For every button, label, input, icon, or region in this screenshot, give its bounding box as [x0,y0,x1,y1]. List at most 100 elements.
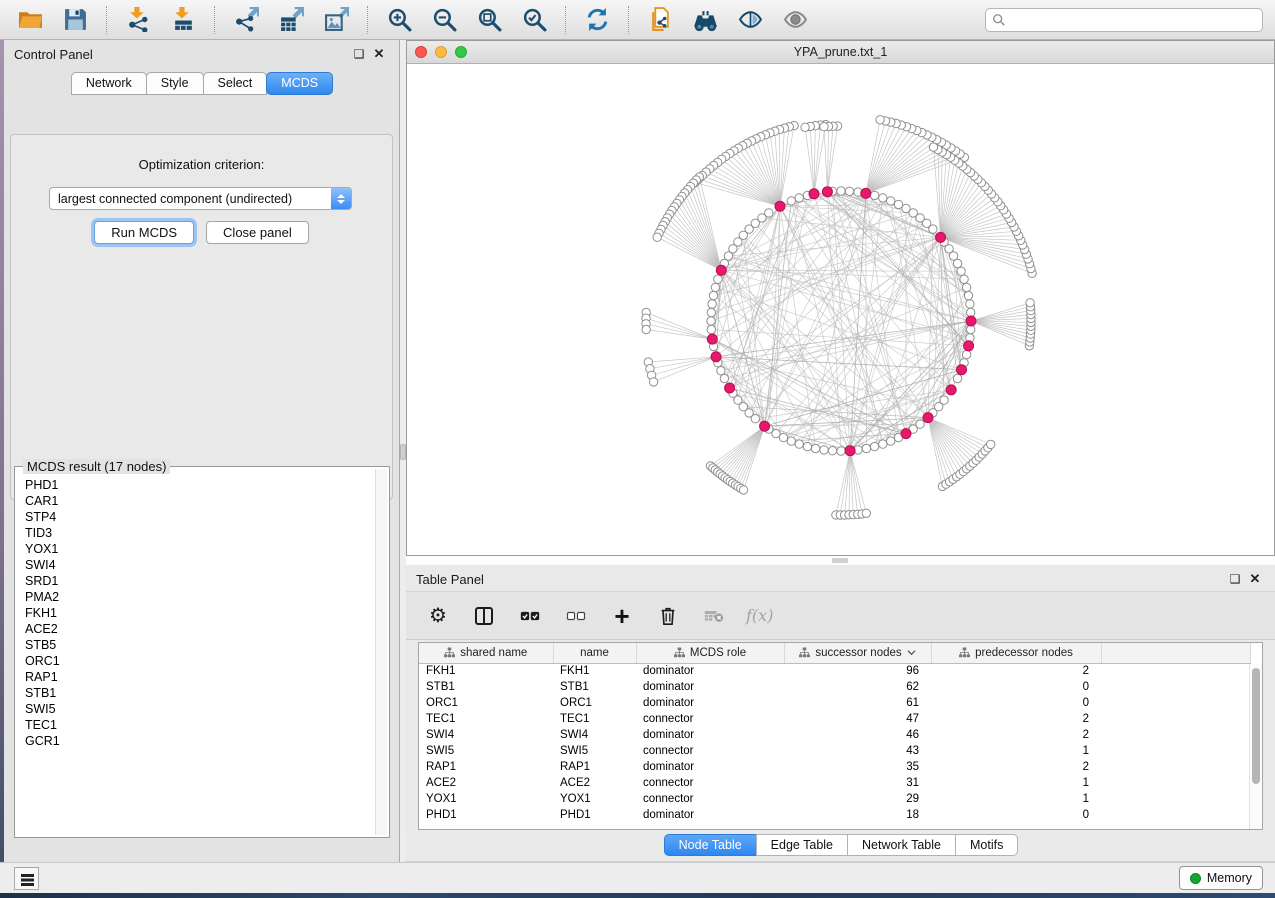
table-panel-float-icon[interactable] [1225,569,1245,589]
mcds-result-scrollbar[interactable] [375,469,387,835]
export-image-button[interactable] [318,4,354,36]
column-header-successor-nodes[interactable]: successor nodes [784,643,931,663]
control-panel-close-icon[interactable] [369,44,389,64]
zoom-fit-button[interactable] [471,4,507,36]
close-traffic-icon[interactable] [415,46,427,58]
refresh-layout-button[interactable] [579,4,615,36]
tab-select[interactable]: Select [203,72,268,95]
memory-button[interactable]: Memory [1179,866,1263,890]
cell-shared-name: SWI5 [419,743,553,759]
tab-network[interactable]: Network [71,72,147,95]
deselect-all-button[interactable] [562,601,590,631]
show-columns-button[interactable] [470,601,498,631]
table-row[interactable]: TEC1TEC1connector472 [419,711,1251,727]
search-input[interactable] [1006,10,1256,30]
tab-style[interactable]: Style [146,72,204,95]
table-row[interactable]: YOX1YOX1connector291 [419,791,1251,807]
task-history-button[interactable] [14,867,39,890]
run-mcds-button[interactable]: Run MCDS [94,221,194,244]
horizontal-splitter-handle[interactable] [832,558,848,563]
import-network-button[interactable] [120,4,156,36]
mcds-result-item[interactable]: SWI4 [25,557,375,573]
tab-edge-table[interactable]: Edge Table [756,834,848,856]
zoom-out-button[interactable] [426,4,462,36]
mcds-result-item[interactable]: ACE2 [25,621,375,637]
toolbar-separator [214,6,215,34]
mcds-result-item[interactable]: PMA2 [25,589,375,605]
mcds-result-item[interactable]: TID3 [25,525,375,541]
binoculars-button[interactable] [687,4,723,36]
cell-name: PHD1 [553,807,636,823]
half-eye-icon [738,7,763,32]
table-panel-close-icon[interactable] [1245,569,1265,589]
table-row[interactable]: ACE2ACE2connector311 [419,775,1251,791]
open-file-button[interactable] [12,4,48,36]
eye-button[interactable] [777,4,813,36]
mcds-result-item[interactable]: SRD1 [25,573,375,589]
tab-motifs[interactable]: Motifs [955,834,1018,856]
save-button[interactable] [57,4,93,36]
export-image-icon [324,7,349,32]
table-row[interactable]: PHD1PHD1dominator180 [419,807,1251,823]
table-row[interactable]: STB1STB1dominator620 [419,679,1251,695]
mcds-result-item[interactable]: ORC1 [25,653,375,669]
mcds-result-title: MCDS result (17 nodes) [23,459,170,474]
zoom-traffic-icon[interactable] [455,46,467,58]
mcds-result-list[interactable]: PHD1CAR1STP4TID3YOX1SWI4SRD1PMA2FKH1ACE2… [16,477,375,835]
mcds-result-item[interactable]: GCR1 [25,733,375,749]
control-panel-tabs: NetworkStyleSelectMCDS [4,72,399,95]
cell-shared-name: ACE2 [419,775,553,791]
network-graph-svg[interactable] [407,64,1274,555]
table-row[interactable]: ORC1ORC1dominator610 [419,695,1251,711]
optimization-criterion-value: largest connected component (undirected) [50,192,331,206]
function-builder-button[interactable]: f(x) [746,606,773,625]
mcds-result-item[interactable]: STB5 [25,637,375,653]
add-column-button[interactable] [608,601,636,631]
mcds-result-item[interactable]: CAR1 [25,493,375,509]
tab-network-table[interactable]: Network Table [847,834,956,856]
zoom-in-button[interactable] [381,4,417,36]
column-header-predecessor-nodes[interactable]: predecessor nodes [931,643,1101,663]
export-network-button[interactable] [228,4,264,36]
cell-predecessor-nodes: 2 [931,727,1101,743]
hide-visibility-button[interactable] [732,4,768,36]
network-window-titlebar[interactable]: YPA_prune.txt_1 [407,41,1274,64]
table-row[interactable]: SWI4SWI4dominator462 [419,727,1251,743]
tab-mcds[interactable]: MCDS [266,72,333,95]
horizontal-splitter[interactable] [406,556,1275,565]
mcds-result-item[interactable]: FKH1 [25,605,375,621]
search-field [985,8,1263,32]
cell-shared-name: ORC1 [419,695,553,711]
table-row[interactable]: SWI5SWI5connector431 [419,743,1251,759]
table-scrollbar[interactable] [1249,664,1262,829]
table-scrollbar-thumb[interactable] [1252,668,1260,784]
delete-column-button[interactable] [654,601,682,631]
mcds-result-item[interactable]: TEC1 [25,717,375,733]
column-header-name[interactable]: name [553,643,636,663]
mcds-result-item[interactable]: SWI5 [25,701,375,717]
close-panel-button[interactable]: Close panel [206,221,309,244]
tab-node-table[interactable]: Node Table [664,834,757,856]
export-table-button[interactable] [273,4,309,36]
column-header-shared-name[interactable]: shared name [419,643,553,663]
clone-network-button[interactable] [642,4,678,36]
import-table-button[interactable] [165,4,201,36]
delete-table-button[interactable] [700,601,728,631]
minimize-traffic-icon[interactable] [435,46,447,58]
mcds-result-item[interactable]: STB1 [25,685,375,701]
optimization-criterion-select[interactable]: largest connected component (undirected) [49,187,352,210]
column-header-mcds-role[interactable]: MCDS role [636,643,784,663]
table-settings-gear-icon[interactable] [424,601,452,631]
cell-predecessor-nodes: 0 [931,679,1101,695]
zoom-selected-button[interactable] [516,4,552,36]
table-row[interactable]: RAP1RAP1dominator352 [419,759,1251,775]
cell-predecessor-nodes: 2 [931,759,1101,775]
mcds-result-item[interactable]: YOX1 [25,541,375,557]
select-all-button[interactable] [516,601,544,631]
table-row[interactable]: FKH1FKH1dominator962 [419,663,1251,679]
control-panel-float-icon[interactable] [349,44,369,64]
mcds-result-item[interactable]: STP4 [25,509,375,525]
network-canvas[interactable] [407,64,1274,555]
mcds-result-item[interactable]: PHD1 [25,477,375,493]
mcds-result-item[interactable]: RAP1 [25,669,375,685]
